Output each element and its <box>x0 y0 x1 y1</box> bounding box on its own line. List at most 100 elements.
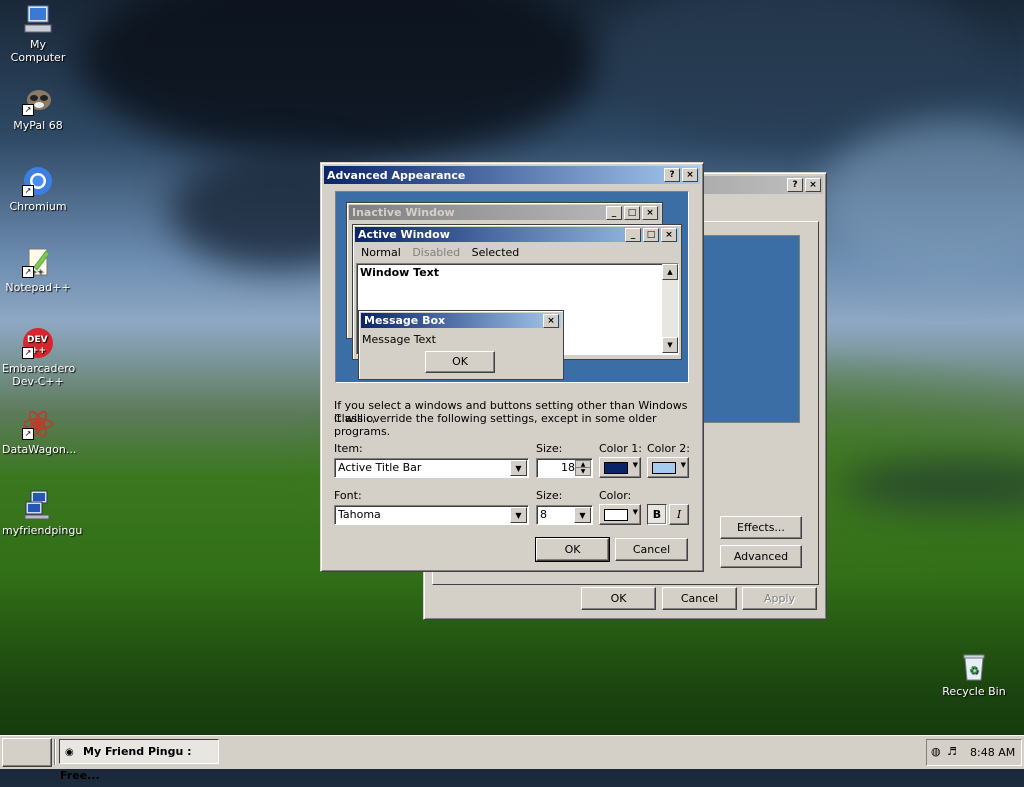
desktop-icon-datawagon[interactable]: ↗ DataWagon... <box>2 408 76 456</box>
item-label: Item: <box>334 442 363 455</box>
dialog-title: Advanced Appearance <box>327 168 466 182</box>
dialog-titlebar: Advanced Appearance ? × <box>324 166 700 184</box>
advanced-appearance-dialog: Advanced Appearance ? × Inactive Window … <box>320 162 704 572</box>
minimize-icon: _ <box>625 227 641 242</box>
desktop-icon-myfriendpingu[interactable]: myfriendpingu <box>2 489 83 537</box>
help-button[interactable]: ? <box>664 168 680 182</box>
desktop-icon-label: MyPal 68 <box>13 119 63 132</box>
menu-normal[interactable]: Normal <box>357 246 405 259</box>
desktop-icon-label: myfriendpingu <box>2 524 83 537</box>
taskbar-item-label: My Friend Pingu : Free... <box>60 745 192 782</box>
chevron-down-icon[interactable]: ▼ <box>510 507 527 523</box>
maximize-icon: □ <box>624 205 640 220</box>
color2-picker[interactable]: ▼ <box>647 457 689 478</box>
desktop-icon-recycle-bin[interactable]: ♻ Recycle Bin <box>938 650 1010 698</box>
notepadpp-icon: ++ ↗ <box>22 246 54 278</box>
preview-msgbox-title: Message Box <box>364 314 446 327</box>
chevron-down-icon[interactable]: ▼ <box>574 507 591 523</box>
ok-button[interactable]: OK <box>535 537 610 562</box>
desktop-icon-my-computer[interactable]: My Computer <box>2 3 74 64</box>
font-size-select-value: 8 <box>540 508 547 521</box>
chevron-down-icon[interactable]: ▼ <box>510 460 527 476</box>
item-select[interactable]: Active Title Bar ▼ <box>334 458 529 478</box>
close-button[interactable]: × <box>682 168 698 182</box>
appearance-preview[interactable]: Inactive Window _ □ × Active Window _ □ … <box>335 191 689 383</box>
chevron-down-icon: ▼ <box>680 461 686 469</box>
bold-toggle[interactable]: B <box>647 504 667 525</box>
size-spinner-value: 18 <box>561 461 575 474</box>
taskbar-separator <box>54 739 55 765</box>
svg-text:♻: ♻ <box>969 664 979 677</box>
minimize-icon: _ <box>606 205 622 220</box>
scroll-up-icon: ▲ <box>662 264 678 280</box>
color2-swatch <box>652 462 676 474</box>
pingu-app-icon: ◉ <box>65 747 74 758</box>
font-size-select[interactable]: 8 ▼ <box>536 505 593 525</box>
maximize-icon: □ <box>643 227 659 242</box>
color1-picker[interactable]: ▼ <box>599 457 641 478</box>
color1-label: Color 1: <box>599 442 642 455</box>
spinner-down-icon[interactable]: ▼ <box>575 467 591 476</box>
cancel-button[interactable]: Cancel <box>662 587 737 610</box>
cancel-button[interactable]: Cancel <box>615 538 688 561</box>
message-text: Message Text <box>362 333 436 346</box>
preview-msgbox-ok-button[interactable]: OK <box>425 351 495 373</box>
color2-label: Color 2: <box>647 442 690 455</box>
font-select[interactable]: Tahoma ▼ <box>334 505 529 525</box>
apply-button[interactable]: Apply <box>742 587 817 610</box>
color1-swatch <box>604 462 628 474</box>
desktop-icon-label: Recycle Bin <box>942 685 1006 698</box>
size-label: Size: <box>536 442 563 455</box>
tray-volume-icon[interactable]: ♬ <box>947 745 957 758</box>
desktop-icon-chromium[interactable]: ↗ Chromium <box>2 165 74 213</box>
tray-network-icon[interactable]: ◍ <box>931 745 941 758</box>
preview-inactive-title: Inactive Window <box>352 206 455 219</box>
pingu-app-icon <box>22 489 54 521</box>
font-color-swatch <box>604 509 628 521</box>
effects-button[interactable]: Effects... <box>720 516 802 539</box>
ok-button[interactable]: OK <box>581 587 656 610</box>
taskbar: ◉ My Friend Pingu : Free... ◍ ♬ 8:48 AM <box>0 735 1024 782</box>
window-text: Window Text <box>360 266 440 279</box>
font-select-value: Tahoma <box>338 508 381 521</box>
close-icon: × <box>642 205 658 220</box>
close-button[interactable]: × <box>805 178 821 192</box>
chromium-icon: ↗ <box>22 165 54 197</box>
italic-toggle[interactable]: I <box>669 504 689 525</box>
desktop-icon-label: Notepad++ <box>5 281 71 294</box>
font-color-picker[interactable]: ▼ <box>599 504 641 525</box>
font-size-label: Size: <box>536 489 563 502</box>
preview-active-title: Active Window <box>358 228 450 241</box>
desktop-icon-label: My Computer <box>10 38 66 64</box>
info-text-line-2: it will override the following settings,… <box>334 412 657 438</box>
chevron-down-icon: ▼ <box>632 461 638 469</box>
devcpp-icon: DEV ++ ↗ <box>22 327 54 359</box>
start-button[interactable] <box>2 738 52 767</box>
chevron-down-icon: ▼ <box>632 508 638 516</box>
preview-menu-bar: Normal Disabled Selected <box>357 245 523 261</box>
recycle-bin-icon: ♻ <box>958 650 990 682</box>
size-spinner[interactable]: 18 ▲ ▼ <box>536 458 593 478</box>
clock[interactable]: 8:48 AM <box>970 746 1015 759</box>
svg-text:DEV: DEV <box>27 335 48 345</box>
desktop-icon-mypal[interactable]: ↗ MyPal 68 <box>2 84 74 132</box>
desktop-icon-notepadpp[interactable]: ++ ↗ Notepad++ <box>2 246 74 294</box>
menu-selected[interactable]: Selected <box>468 246 524 259</box>
computer-icon <box>22 3 54 35</box>
close-icon: × <box>661 227 677 242</box>
system-tray: ◍ ♬ 8:48 AM <box>926 739 1022 766</box>
advanced-button[interactable]: Advanced <box>720 545 802 568</box>
taskbar-item-my-friend-pingu[interactable]: ◉ My Friend Pingu : Free... <box>59 739 219 782</box>
item-select-value: Active Title Bar <box>338 461 422 474</box>
desktop-icon-devcpp[interactable]: DEV ++ ↗ Embarcadero Dev-C++ <box>2 327 76 388</box>
font-label: Font: <box>334 489 362 502</box>
preview-message-box[interactable]: Message Box × Message Text OK <box>358 310 564 380</box>
datawagon-icon: ↗ <box>22 408 54 440</box>
preview-scrollbar[interactable]: ▲ ▼ <box>662 264 678 353</box>
help-button[interactable]: ? <box>787 178 803 192</box>
scroll-down-icon: ▼ <box>662 337 678 353</box>
mypal-raccoon-icon: ↗ <box>22 84 54 116</box>
close-icon: × <box>543 313 559 328</box>
menu-disabled[interactable]: Disabled <box>408 246 464 259</box>
desktop-icon-label: Embarcadero Dev-C++ <box>2 362 76 388</box>
